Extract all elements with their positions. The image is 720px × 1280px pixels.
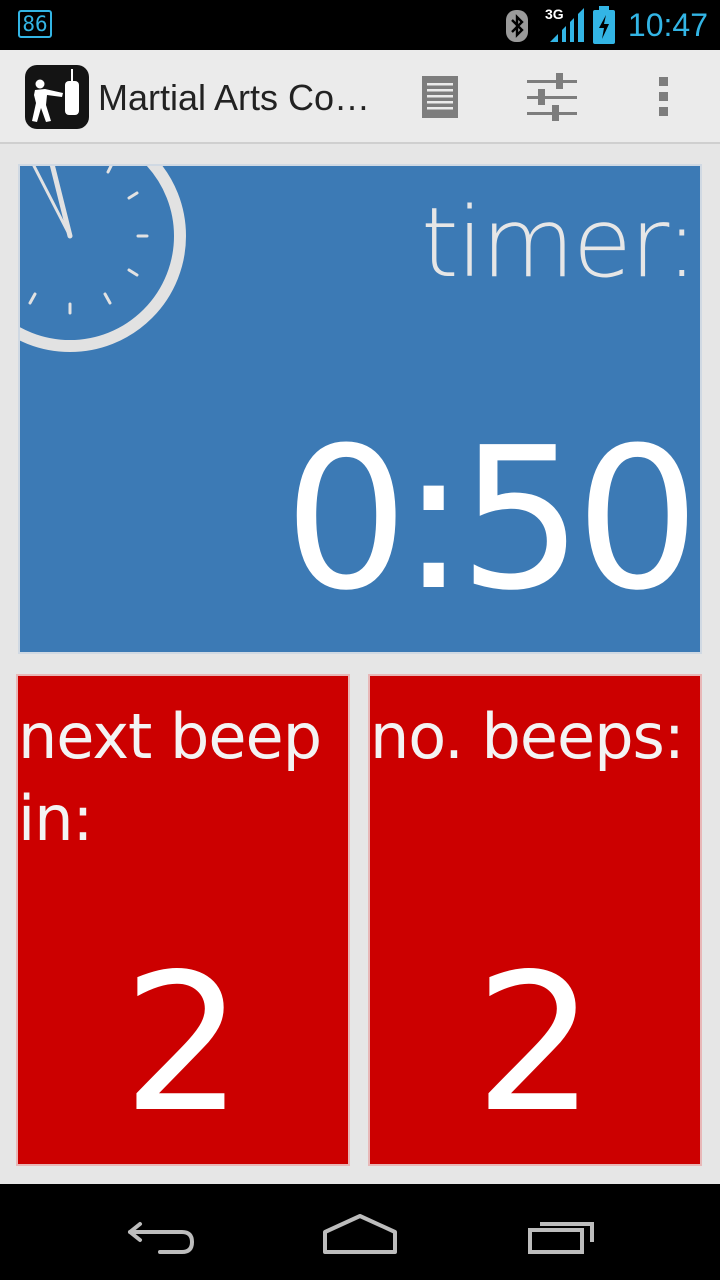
back-icon[interactable] xyxy=(100,1202,220,1262)
timer-value: 0:50 xyxy=(283,406,700,634)
signal-icon xyxy=(550,8,584,42)
timer-tile[interactable]: timer: 0:50 xyxy=(18,164,702,654)
recents-icon[interactable] xyxy=(502,1202,622,1262)
battery-charging-icon xyxy=(593,6,615,44)
status-bar: 86 3G 10:47 xyxy=(0,0,720,50)
sliders-icon[interactable] xyxy=(515,60,589,134)
home-icon[interactable] xyxy=(300,1202,420,1262)
beep-count-tile[interactable]: no. beeps: 2 xyxy=(368,674,702,1166)
app-title: Martial Arts Co… xyxy=(98,77,371,118)
overflow-menu-icon[interactable] xyxy=(627,60,701,134)
status-clock: 10:47 xyxy=(627,7,708,43)
next-beep-tile[interactable]: next beep in: 2 xyxy=(16,674,350,1166)
beep-count-value: 2 xyxy=(474,933,596,1154)
app-logo-icon[interactable] xyxy=(25,65,89,129)
beep-count-label: no. beeps: xyxy=(370,700,685,773)
navigation-bar xyxy=(0,1184,720,1280)
next-beep-value: 2 xyxy=(122,933,244,1154)
stopwatch-icon xyxy=(20,166,186,352)
action-bar: Martial Arts Co… xyxy=(0,50,720,144)
list-icon[interactable] xyxy=(403,60,477,134)
next-beep-label: next beep in: xyxy=(18,700,322,855)
timer-label: timer: xyxy=(420,187,698,299)
notification-badge: 86 xyxy=(18,10,52,38)
bluetooth-icon xyxy=(506,10,528,42)
